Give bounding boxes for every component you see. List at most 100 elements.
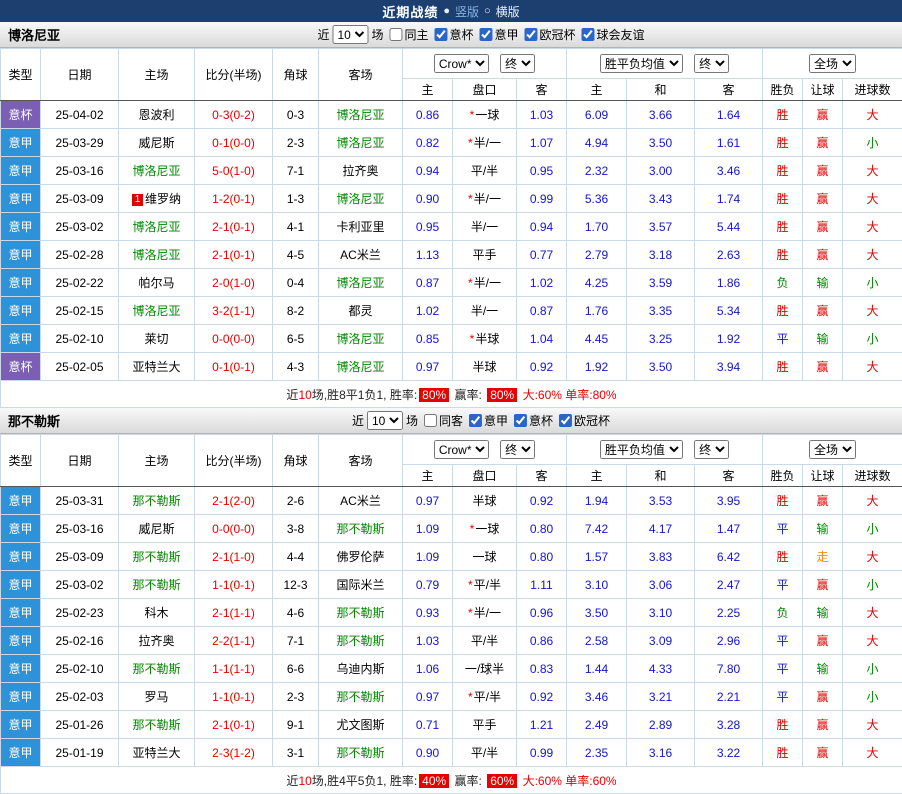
col-header-ah-line: 盘口: [453, 465, 517, 487]
ah-line: *平/半: [453, 683, 517, 711]
filter-option[interactable]: 意杯: [514, 412, 553, 429]
match-result: 平: [763, 655, 803, 683]
games-unit-label: 场: [371, 26, 383, 43]
filter-option[interactable]: 意杯: [434, 26, 473, 43]
match-date: 25-01-19: [41, 739, 119, 767]
ah-away-odds: 0.77: [517, 241, 567, 269]
europe-odds-select[interactable]: 胜平负均值: [600, 440, 683, 459]
away-team-name: 那不勒斯: [336, 522, 384, 536]
vertical-radio-selected-icon[interactable]: ●: [443, 6, 450, 17]
filter-checkbox[interactable]: [434, 28, 447, 41]
match-result: 胜: [763, 739, 803, 767]
col-header-date: 日期: [41, 435, 119, 487]
ah-away-odds: 0.80: [517, 543, 567, 571]
avg-away-odds: 3.22: [695, 739, 763, 767]
summary-text: 赢率:: [451, 388, 485, 402]
europe-time-select[interactable]: 终: [694, 54, 729, 73]
col-header-ah-line: 盘口: [453, 79, 517, 101]
ah-home-odds: 0.82: [403, 129, 453, 157]
match-row: 意杯25-02-05亚特兰大0-1(0-1)4-3博洛尼亚0.97半球0.921…: [1, 353, 902, 381]
avg-home-odds: 2.35: [567, 739, 627, 767]
away-team: 都灵: [319, 297, 403, 325]
filter-checkbox-label: 同主: [404, 26, 428, 43]
filter-option[interactable]: 意甲: [469, 412, 508, 429]
filter-checkbox[interactable]: [389, 28, 402, 41]
europe-odds-select[interactable]: 胜平负均值: [600, 54, 683, 73]
match-row: 意甲25-02-23科木2-1(1-1)4-6那不勒斯0.93*半/一0.963…: [1, 599, 902, 627]
filter-option[interactable]: 欧冠杯: [559, 412, 610, 429]
vertical-layout-option[interactable]: 竖版: [455, 3, 479, 20]
ah-line: 半/一: [453, 297, 517, 325]
col-header-home: 主场: [119, 49, 195, 101]
avg-draw-odds: 3.83: [627, 543, 695, 571]
away-team: 佛罗伦萨: [319, 543, 403, 571]
odds-time-select[interactable]: 终: [500, 54, 535, 73]
avg-draw-odds: 3.16: [627, 739, 695, 767]
home-team-name: 那不勒斯: [132, 550, 180, 564]
goals-result: 大: [843, 353, 902, 381]
col-header-score: 比分(半场): [195, 49, 273, 101]
league-type-cell: 意甲: [1, 241, 41, 269]
games-count-select[interactable]: 10: [332, 25, 368, 44]
away-team: 那不勒斯: [319, 627, 403, 655]
scope-select[interactable]: 全场: [809, 54, 856, 73]
match-row: 意甲25-03-16博洛尼亚5-0(1-0)7-1拉齐奥0.94平/半0.952…: [1, 157, 902, 185]
goals-result: 大: [843, 487, 902, 515]
avg-away-odds: 2.63: [695, 241, 763, 269]
match-score: 5-0(1-0): [195, 157, 273, 185]
ah-result: 走: [803, 543, 843, 571]
ah-line: 平手: [453, 711, 517, 739]
match-row: 意甲25-02-28博洛尼亚2-1(0-1)4-5AC米兰1.13平手0.772…: [1, 241, 902, 269]
europe-time-select[interactable]: 终: [694, 440, 729, 459]
ah-away-odds: 0.83: [517, 655, 567, 683]
corners: 2-3: [273, 683, 319, 711]
filter-checkbox-label: 同客: [439, 412, 463, 429]
away-team: 那不勒斯: [319, 599, 403, 627]
ah-result: 赢: [803, 571, 843, 599]
away-team-name: 博洛尼亚: [336, 332, 384, 346]
filter-option[interactable]: 意甲: [480, 26, 519, 43]
near-label: 近: [317, 26, 329, 43]
filter-checkbox[interactable]: [480, 28, 493, 41]
games-count-select[interactable]: 10: [367, 411, 403, 430]
avg-away-odds: 3.94: [695, 353, 763, 381]
filter-checkbox[interactable]: [525, 28, 538, 41]
match-score: 3-2(1-1): [195, 297, 273, 325]
filter-checkbox[interactable]: [559, 414, 572, 427]
filter-checkbox[interactable]: [582, 28, 595, 41]
home-team-name: 罗马: [144, 690, 168, 704]
summary-text: 赢率:: [451, 774, 485, 788]
corners: 2-3: [273, 129, 319, 157]
filter-checkbox[interactable]: [514, 414, 527, 427]
home-team-name: 那不勒斯: [132, 578, 180, 592]
europe-odds-header: 胜平负均值 终: [567, 49, 763, 79]
filter-option[interactable]: 欧冠杯: [525, 26, 576, 43]
away-team: 博洛尼亚: [319, 185, 403, 213]
odds-time-select[interactable]: 终: [500, 440, 535, 459]
filter-option[interactable]: 同主: [389, 26, 428, 43]
home-team: 威尼斯: [119, 129, 195, 157]
match-date: 25-02-15: [41, 297, 119, 325]
match-score: 0-1(0-0): [195, 129, 273, 157]
horizontal-layout-option[interactable]: 横版: [496, 3, 520, 20]
league-type-cell: 意杯: [1, 353, 41, 381]
ah-line: 半球: [453, 353, 517, 381]
horizontal-radio-icon[interactable]: ○: [484, 6, 491, 17]
filter-option[interactable]: 球会友谊: [582, 26, 645, 43]
filter-checkbox[interactable]: [424, 414, 437, 427]
corners: 6-5: [273, 325, 319, 353]
ah-home-odds: 0.94: [403, 157, 453, 185]
home-team-name: 那不勒斯: [132, 662, 180, 676]
ah-away-odds: 1.03: [517, 101, 567, 129]
odds-company-select[interactable]: Crow*: [434, 440, 489, 459]
away-team-name: 卡利亚里: [336, 220, 384, 234]
col-header-goals: 进球数: [843, 79, 902, 101]
ah-away-odds: 0.96: [517, 599, 567, 627]
odds-company-select[interactable]: Crow*: [434, 54, 489, 73]
filter-option[interactable]: 同客: [424, 412, 463, 429]
away-team-name: AC米兰: [340, 494, 381, 508]
filter-checkbox[interactable]: [469, 414, 482, 427]
scope-select[interactable]: 全场: [809, 440, 856, 459]
matches-table: 类型 日期 主场 比分(半场) 角球 客场 Crow* 终 胜平负均值 终 全场: [0, 48, 902, 408]
ah-line: *半/一: [453, 269, 517, 297]
